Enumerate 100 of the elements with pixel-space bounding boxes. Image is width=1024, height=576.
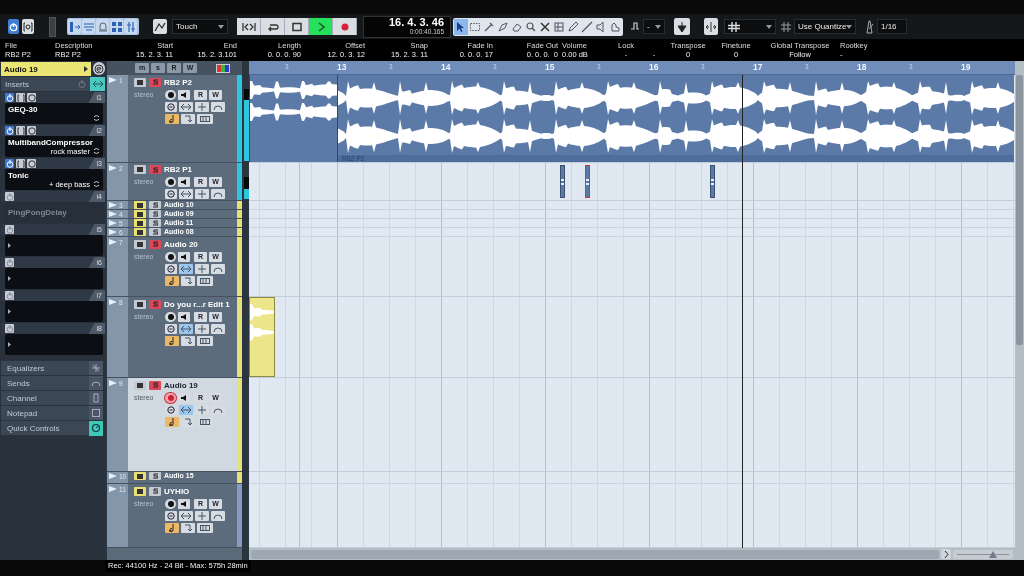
- monitor-button[interactable]: [178, 393, 190, 403]
- locate-button[interactable]: [237, 18, 261, 35]
- sends-button[interactable]: [211, 405, 225, 415]
- play-button[interactable]: [309, 18, 333, 35]
- inserts-button[interactable]: [179, 264, 193, 274]
- monitor-button[interactable]: [178, 252, 190, 262]
- mute-button[interactable]: [134, 77, 146, 87]
- mute-button[interactable]: [134, 299, 146, 309]
- mute-button[interactable]: [134, 239, 146, 249]
- record-enable-button[interactable]: [165, 312, 176, 322]
- insert-slot[interactable]: GEQ-30: [5, 103, 103, 124]
- quantize-value-field[interactable]: 1/16: [877, 19, 907, 34]
- audio-event[interactable]: [249, 75, 337, 162]
- insert-bypass-button[interactable]: [16, 126, 25, 135]
- zero-crossing-button[interactable]: [704, 18, 718, 35]
- solo-button[interactable]: [149, 472, 161, 480]
- lanes-button[interactable]: [197, 276, 213, 286]
- sends-button[interactable]: [211, 264, 225, 274]
- vertical-scrollbar[interactable]: [1015, 61, 1024, 560]
- layout-button[interactable]: [96, 19, 109, 34]
- timebase-button[interactable]: [181, 336, 195, 346]
- inspector-section[interactable]: Sends: [1, 375, 103, 390]
- timebase-button[interactable]: [181, 523, 195, 533]
- solo-button[interactable]: [149, 219, 161, 227]
- solo-button[interactable]: [149, 228, 161, 236]
- mute-button[interactable]: [134, 228, 146, 236]
- inserts-button[interactable]: [179, 324, 193, 334]
- constrain-button[interactable]: [22, 19, 34, 34]
- lock-button[interactable]: [165, 276, 179, 286]
- eq-button[interactable]: [195, 511, 209, 521]
- inspector-section[interactable]: Equalizers: [1, 360, 103, 375]
- edit-channel-button[interactable]: [165, 324, 177, 334]
- timebase-button[interactable]: [181, 276, 195, 286]
- mute-button[interactable]: [134, 201, 146, 209]
- solo-button[interactable]: [149, 486, 161, 496]
- monitor-button[interactable]: [178, 499, 190, 509]
- lock-button[interactable]: [165, 417, 179, 427]
- mute-button[interactable]: [134, 210, 146, 218]
- lanes-button[interactable]: [197, 523, 213, 533]
- scroll-right-button[interactable]: [941, 549, 951, 559]
- insert-edit-button[interactable]: [27, 126, 36, 135]
- edit-channel-button[interactable]: [165, 264, 177, 274]
- tool-button[interactable]: [580, 18, 594, 35]
- track-name-bar[interactable]: Audio 19: [1, 62, 91, 76]
- edit-channel-button[interactable]: [165, 405, 177, 415]
- sends-button[interactable]: [211, 189, 225, 199]
- snap-type-dropdown[interactable]: -: [643, 19, 665, 34]
- layout-button[interactable]: [110, 19, 123, 34]
- inspector-section[interactable]: Notepad: [1, 405, 103, 420]
- layout-button[interactable]: [124, 19, 137, 34]
- timebase-button[interactable]: [181, 114, 195, 124]
- record-enable-button[interactable]: [165, 252, 176, 262]
- layout-button[interactable]: [68, 19, 81, 34]
- inserts-button[interactable]: [179, 405, 193, 415]
- edit-channel-button[interactable]: [165, 189, 177, 199]
- automation-mode-dropdown[interactable]: Touch: [172, 19, 228, 34]
- sends-button[interactable]: [211, 102, 225, 112]
- lock-button[interactable]: [165, 336, 179, 346]
- sends-button[interactable]: [211, 324, 225, 334]
- mute-button[interactable]: [134, 219, 146, 227]
- solo-button[interactable]: [149, 380, 161, 390]
- audio-part[interactable]: [585, 165, 590, 198]
- automation-button[interactable]: [153, 19, 167, 34]
- audio-part[interactable]: [560, 165, 565, 198]
- eq-button[interactable]: [195, 102, 209, 112]
- eq-button[interactable]: [195, 264, 209, 274]
- solo-button[interactable]: [149, 210, 161, 218]
- monitor-button[interactable]: [178, 177, 190, 187]
- eq-button[interactable]: [195, 405, 209, 415]
- lanes-button[interactable]: [197, 417, 213, 427]
- insert-edit-button[interactable]: [27, 159, 36, 168]
- audio-event[interactable]: [249, 297, 275, 377]
- lanes-button[interactable]: [197, 114, 213, 124]
- edit-channel-button[interactable]: [165, 511, 177, 521]
- mute-button[interactable]: [134, 165, 146, 174]
- scrollbar-thumb[interactable]: [1016, 75, 1023, 345]
- inserts-button[interactable]: [179, 102, 193, 112]
- monitor-button[interactable]: [178, 90, 190, 100]
- lanes-button[interactable]: [197, 336, 213, 346]
- inserts-button[interactable]: [179, 189, 193, 199]
- edit-channel-button[interactable]: [165, 102, 177, 112]
- mute-button[interactable]: [134, 380, 146, 390]
- audio-part[interactable]: [710, 165, 715, 198]
- zoom-slider[interactable]: [953, 549, 1013, 559]
- power-button[interactable]: [8, 19, 19, 34]
- insert-bypass-button[interactable]: [16, 93, 25, 102]
- timebase-button[interactable]: [181, 417, 195, 427]
- inspector-section[interactable]: Quick Controls: [1, 420, 103, 435]
- record-enable-button[interactable]: [165, 499, 176, 509]
- edit-channel-button[interactable]: [93, 62, 105, 75]
- insert-bypass-button[interactable]: [90, 77, 105, 91]
- insert-edit-button[interactable]: [27, 93, 36, 102]
- grid-type-dropdown[interactable]: [724, 19, 776, 34]
- record-enable-button[interactable]: [165, 90, 176, 100]
- snap-button[interactable]: [674, 18, 690, 35]
- mute-button[interactable]: [134, 472, 146, 480]
- eq-button[interactable]: [195, 324, 209, 334]
- insert-bypass-button[interactable]: [16, 159, 25, 168]
- inspector-section[interactable]: Channel: [1, 390, 103, 405]
- inserts-button[interactable]: [179, 511, 193, 521]
